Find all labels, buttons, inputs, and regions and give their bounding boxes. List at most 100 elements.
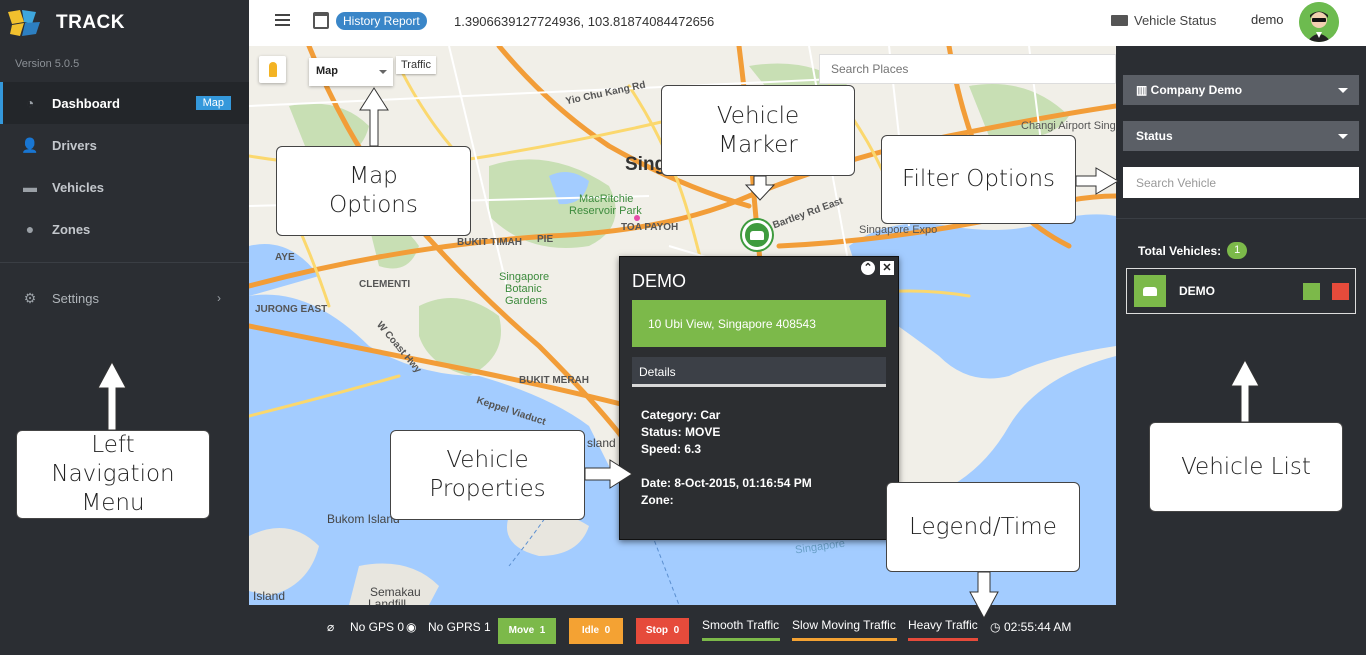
nav-item-label: Vehicles [52, 179, 105, 195]
total-vehicles: Total Vehicles: 1 [1138, 242, 1248, 259]
nav-item-label: Dashboard [52, 95, 120, 111]
callout-legend-time: Legend/Time [886, 482, 1080, 572]
no-gps-count: No GPS 0 [350, 620, 405, 634]
stop-chip: Stop 0 [636, 618, 689, 644]
slow-traffic-legend: Slow Moving Traffic [792, 618, 897, 641]
map-label-bukom: Bukom Island [327, 512, 400, 526]
map-type-select[interactable]: Map [309, 58, 393, 86]
popup-controls: ⌃ ✕ [861, 261, 894, 275]
no-gprs-icon: ◉ [406, 620, 417, 634]
gps-status-icon [1303, 283, 1320, 300]
chevron-right-icon: › [217, 291, 221, 305]
callout-filter-options: Filter Options [881, 135, 1076, 224]
map-label-macritchie: MacRitchie [579, 193, 634, 205]
map-badge: Map [195, 96, 231, 110]
map-label-clementi: CLEMENTI [359, 279, 411, 290]
username[interactable]: demo [1251, 12, 1284, 27]
brand-title: TRACK [56, 12, 125, 33]
status-select[interactable]: Status [1123, 121, 1359, 151]
nav-item-dashboard[interactable]: ◔ Dashboard Map [0, 82, 249, 124]
truck-icon [1111, 15, 1128, 26]
move-count: 1 [539, 625, 546, 636]
calendar-icon[interactable] [313, 12, 329, 29]
traffic-toggle-button[interactable]: Traffic [396, 56, 436, 74]
nav-menu: ◔ Dashboard Map 👤 Drivers ▬ Vehicles ● Z… [0, 82, 249, 319]
callout-map-options: Map Options [276, 146, 471, 236]
map-label-semakau-2: Landfill [368, 597, 407, 605]
clock-icon: ◷ [990, 620, 1001, 634]
map-label-aye: AYE [275, 252, 295, 263]
callout-left-nav: Left Navigation Menu [16, 430, 210, 519]
map-label-toa-payoh: TOA PAYOH [621, 222, 679, 233]
map-label-bukit-merah: BUKIT MERAH [519, 375, 589, 386]
total-vehicles-count: 1 [1227, 242, 1248, 259]
prop-zone: Zone: [641, 493, 674, 507]
close-icon[interactable]: ✕ [880, 261, 894, 275]
move-chip: Move 1 [498, 618, 556, 644]
prop-category: Category: Car [641, 408, 721, 422]
nav-item-drivers[interactable]: 👤 Drivers [0, 124, 249, 166]
car-icon [1134, 275, 1166, 307]
vehicle-list-item[interactable]: DEMO [1126, 268, 1356, 314]
vehicle-status-label: Vehicle Status [1134, 13, 1217, 28]
car-icon [750, 230, 764, 240]
version-text: Version 5.0.5 [15, 58, 80, 70]
company-select[interactable]: ▥ Company Demo [1123, 75, 1359, 105]
callout-vehicle-list: Vehicle List [1149, 422, 1343, 512]
details-tab[interactable]: Details [632, 357, 886, 387]
gears-icon: ⚙ [23, 289, 37, 306]
map-label-botanic-1: Singapore [499, 271, 550, 283]
map-label-botanic-2: Botanic [505, 283, 542, 295]
legend-bar: ⌀ No GPS 0 ◉ No GPRS 1 Move 1 Idle 0 Sto… [249, 605, 1116, 655]
no-gps-icon: ⌀ [327, 620, 335, 634]
map-type-value: Map [316, 65, 338, 77]
prop-speed: Speed: 6.3 [641, 442, 702, 456]
add-user-icon: 👤 [21, 136, 39, 153]
search-vehicle-input[interactable]: Search Vehicle [1123, 167, 1359, 198]
prop-status: Status: MOVE [641, 425, 721, 439]
building-icon: ▥ [1136, 83, 1151, 97]
avatar[interactable] [1299, 2, 1339, 42]
collapse-icon[interactable]: ⌃ [861, 261, 875, 275]
idle-chip: Idle 0 [569, 618, 623, 644]
map-label-pie: PIE [537, 234, 554, 245]
map-label-island: Island [253, 589, 286, 603]
vehicle-name: DEMO [1179, 284, 1215, 298]
nav-item-settings[interactable]: ⚙ Settings › [0, 277, 249, 319]
callout-vehicle-marker: Vehicle Marker [661, 85, 855, 176]
vehicle-marker[interactable] [742, 220, 772, 250]
prop-date: Date: 8-Oct-2015, 01:16:54 PM [641, 476, 812, 490]
vehicle-status-link[interactable]: Vehicle Status [1111, 13, 1216, 28]
total-vehicles-label: Total Vehicles: [1138, 243, 1222, 258]
globe-icon: ● [25, 221, 35, 237]
nav-item-vehicles[interactable]: ▬ Vehicles [0, 166, 249, 208]
street-view-pegman-icon[interactable] [259, 56, 286, 83]
status-select-value: Status [1136, 129, 1173, 143]
nav-divider [0, 262, 249, 263]
vehicle-properties: Category: Car Status: MOVE Speed: 6.3 Da… [641, 407, 812, 509]
map-label-expo: Singapore Expo [859, 224, 938, 236]
map-label-jurong-east: JURONG EAST [255, 304, 328, 315]
hamburger-menu-icon[interactable] [275, 14, 290, 27]
heavy-traffic-legend: Heavy Traffic [908, 618, 978, 641]
coordinates-readout: 1.3906639127724936, 103.81874084472656 [454, 14, 715, 29]
search-places-input[interactable] [819, 54, 1116, 84]
app-root: TRACK Version 5.0.5 ◔ Dashboard Map 👤 Dr… [0, 0, 1366, 655]
map-label-island-2: sland [587, 436, 616, 450]
track-logo-icon [6, 8, 48, 38]
nav-item-zones[interactable]: ● Zones [0, 208, 249, 250]
map-label-bukit-timah: BUKIT TIMAH [457, 237, 522, 248]
popup-title: DEMO [632, 271, 686, 291]
gprs-status-icon [1332, 283, 1349, 300]
panel-divider [1116, 218, 1366, 219]
stop-label: Stop [645, 625, 669, 636]
nav-item-label: Zones [52, 221, 91, 237]
brand[interactable]: TRACK [6, 8, 125, 38]
current-time: 02:55:44 AM [1004, 620, 1072, 634]
map-label-city: Sing [625, 154, 667, 175]
history-report-button[interactable]: History Report [336, 12, 427, 30]
caret-down-icon [1338, 88, 1348, 93]
map-label-reservoir: Reservoir Park [569, 205, 642, 217]
callout-vehicle-properties: Vehicle Properties [390, 430, 585, 520]
right-filter-panel: ▥ Company Demo Status Search Vehicle Tot… [1116, 46, 1366, 655]
